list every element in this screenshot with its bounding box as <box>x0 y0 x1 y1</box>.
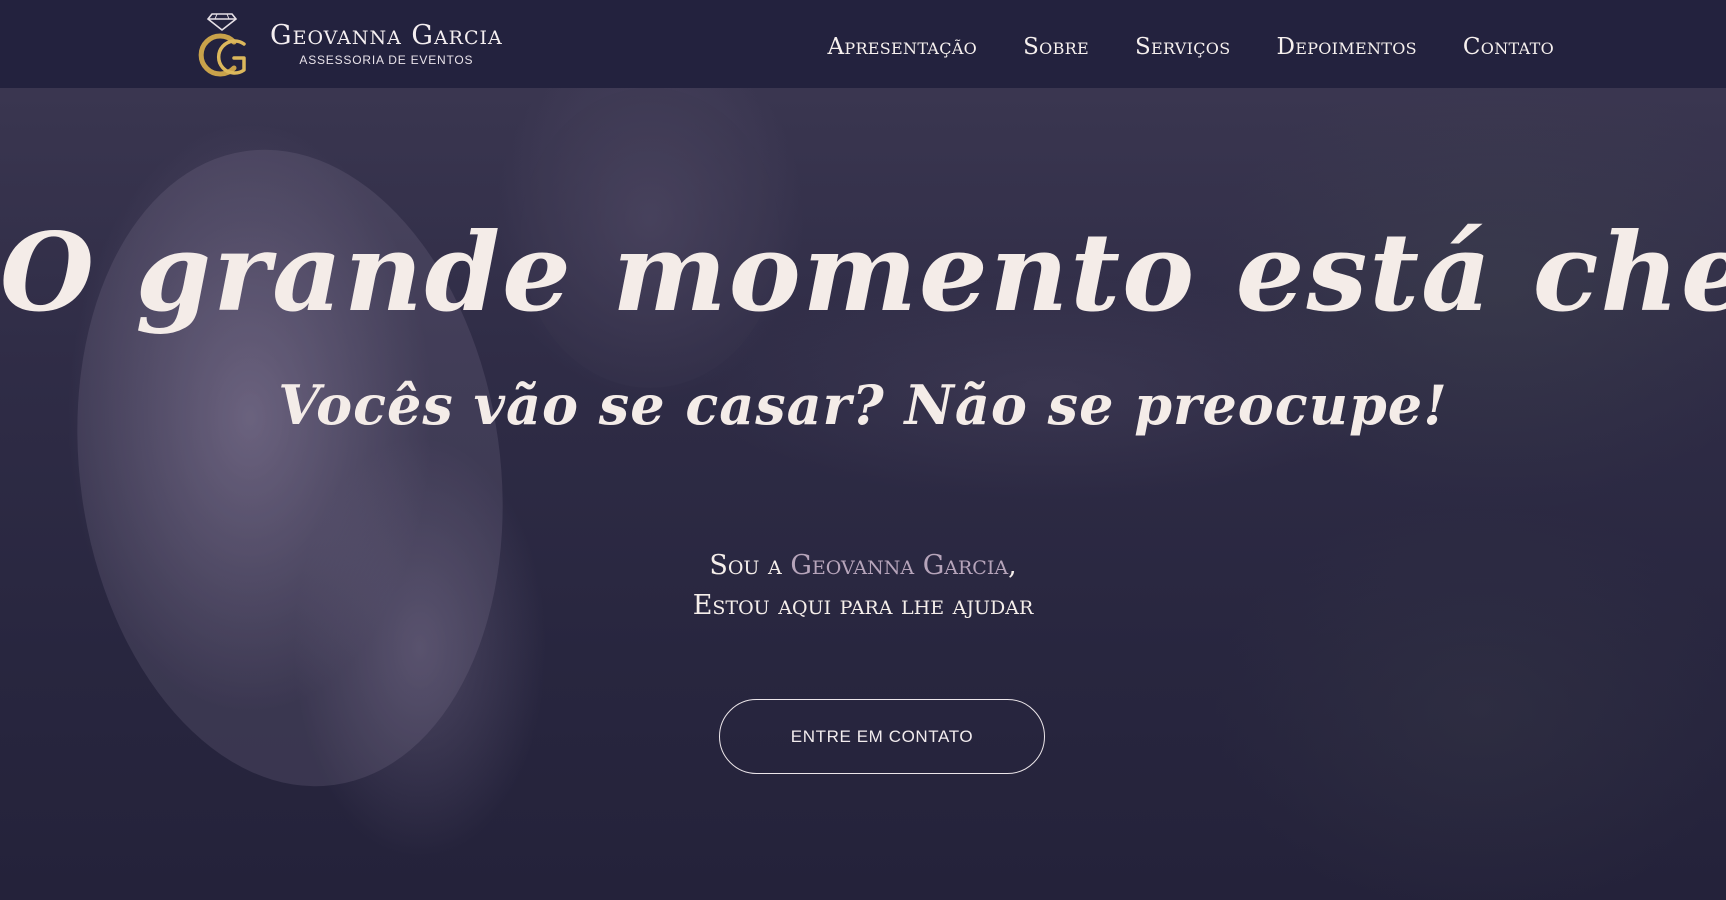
hero-intro: Sou a Geovanna Garcia, Estou aqui para l… <box>0 546 1726 626</box>
intro-line-1: Sou a Geovanna Garcia, <box>0 546 1726 586</box>
nav-servicos[interactable]: Serviços <box>1135 34 1231 60</box>
intro-name: Geovanna Garcia <box>790 550 1009 581</box>
intro-prefix: Sou a <box>709 550 791 581</box>
intro-line-2: Estou aqui para lhe ajudar <box>692 590 1034 621</box>
nav-contato[interactable]: Contato <box>1463 34 1554 60</box>
site-header: Geovanna Garcia ASSESSORIA DE EVENTOS Ap… <box>0 0 1726 88</box>
intro-suffix: , <box>1008 550 1017 581</box>
nav-apresentacao[interactable]: Apresentação <box>827 34 977 60</box>
brand-name: Geovanna Garcia <box>270 20 503 51</box>
nav-sobre[interactable]: Sobre <box>1023 34 1089 60</box>
hero-heading: O grande momento está chegando? <box>0 210 1726 336</box>
nav-depoimentos[interactable]: Depoimentos <box>1276 34 1416 60</box>
contact-button[interactable]: ENTRE EM CONTATO <box>719 699 1045 774</box>
hero-subheading: Vocês vão se casar? Não se preocupe! <box>278 373 1448 437</box>
hero-section: O grande momento está chegando? Vocês vã… <box>0 88 1726 900</box>
brand[interactable]: Geovanna Garcia ASSESSORIA DE EVENTOS <box>190 8 503 80</box>
main-nav: Apresentação Sobre Serviços Depoimentos … <box>827 34 1554 60</box>
diamond-ring-gg-icon <box>190 8 254 80</box>
brand-subtitle: ASSESSORIA DE EVENTOS <box>299 53 474 67</box>
